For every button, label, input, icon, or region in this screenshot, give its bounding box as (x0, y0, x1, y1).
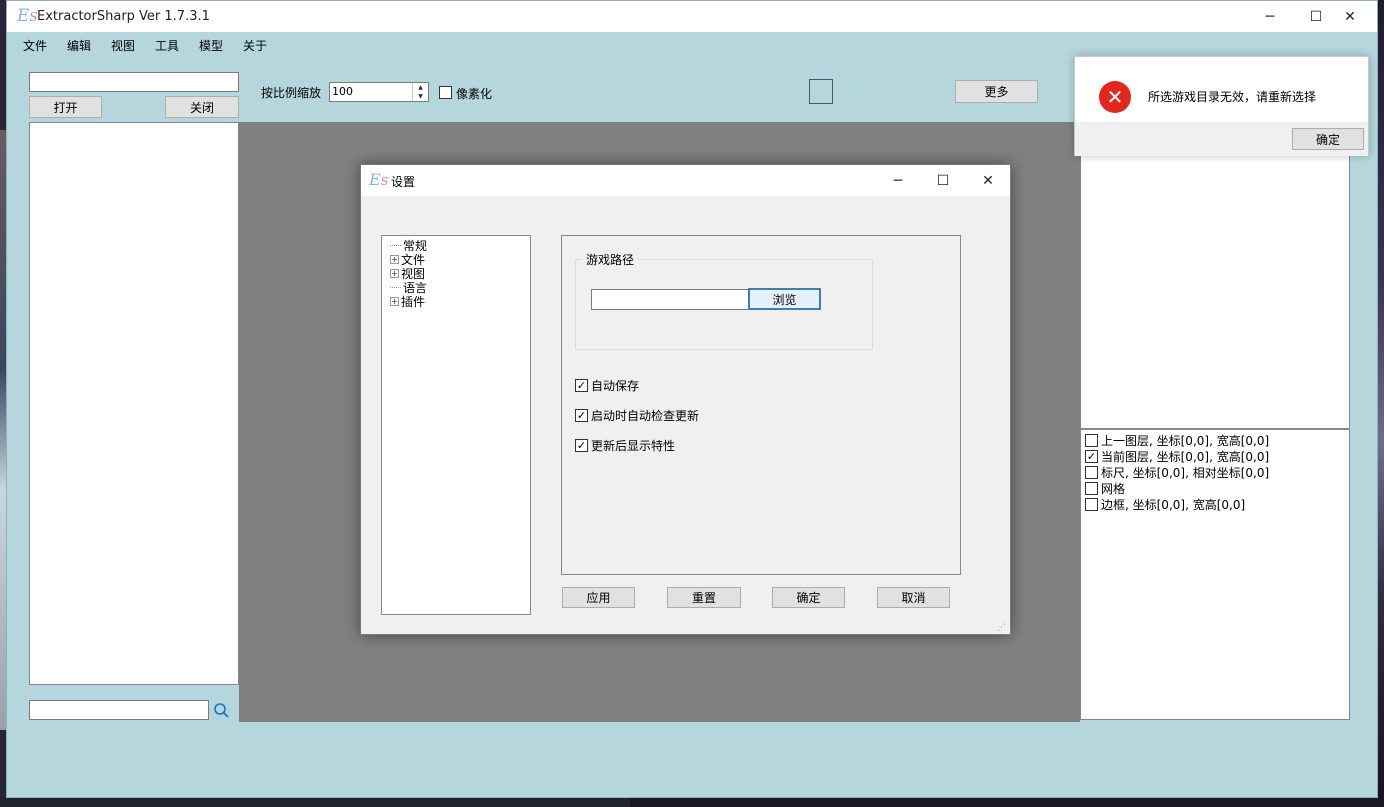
expand-icon[interactable]: + (390, 296, 399, 306)
resize-grip-icon[interactable]: ⋰ (997, 623, 1006, 633)
settings-panel: 游戏路径 浏览 自动保存 启动时自动检查更新 更新后显示特性 (561, 235, 961, 575)
menu-view[interactable]: 视图 (111, 37, 135, 54)
auto-save-checkbox[interactable] (575, 379, 588, 392)
stepper-up-icon[interactable]: ▲ (413, 83, 428, 92)
layer-list: 上一图层, 坐标[0,0], 宽高[0,0] 当前图层, 坐标[0,0], 宽高… (1080, 429, 1350, 720)
menu-model[interactable]: 模型 (199, 37, 223, 54)
album-search-input[interactable] (29, 700, 209, 720)
apply-button[interactable]: 应用 (562, 587, 635, 608)
layer-checkbox[interactable] (1085, 434, 1098, 447)
file-list[interactable] (29, 122, 239, 685)
layer-checkbox[interactable] (1085, 466, 1098, 479)
menu-tools[interactable]: 工具 (155, 37, 179, 54)
open-button[interactable]: 打开 (29, 96, 102, 118)
layer-label: 边框, 坐标[0,0], 宽高[0,0] (1101, 498, 1246, 512)
pixelate-label: 像素化 (456, 87, 493, 101)
layer-checkbox[interactable] (1085, 450, 1098, 463)
settings-title-bar[interactable]: ES 设置 ─ ☐ ✕ (361, 165, 1010, 196)
app-logo-icon: ES (17, 6, 38, 26)
search-icon[interactable] (212, 702, 230, 720)
layer-label: 网格 (1101, 482, 1126, 496)
tree-item-plugins[interactable]: + 插件 (390, 294, 425, 309)
layer-item-ruler[interactable]: 标尺, 坐标[0,0], 相对坐标[0,0] (1085, 464, 1269, 481)
minimize-button[interactable]: ─ (1247, 1, 1293, 32)
layer-label: 当前图层, 坐标[0,0], 宽高[0,0] (1101, 450, 1270, 464)
layer-checkbox[interactable] (1085, 482, 1098, 495)
check-updates-checkbox[interactable] (575, 409, 588, 422)
cancel-button[interactable]: 取消 (877, 587, 950, 608)
stepper-down-icon[interactable]: ▼ (413, 92, 428, 101)
dialog-close-button[interactable]: ✕ (966, 165, 1010, 196)
error-icon: ✕ (1099, 81, 1131, 113)
zoom-label: 按比例缩放 (261, 86, 322, 100)
expand-icon[interactable]: + (390, 268, 399, 278)
expand-icon[interactable]: + (390, 254, 399, 264)
layer-checkbox[interactable] (1085, 498, 1098, 511)
dialog-maximize-button[interactable]: ☐ (921, 165, 965, 196)
color-picker-button[interactable] (809, 79, 833, 104)
game-path-group: 游戏路径 浏览 (575, 251, 873, 350)
settings-title: 设置 (391, 175, 416, 189)
layer-label: 标尺, 坐标[0,0], 相对坐标[0,0] (1101, 466, 1270, 480)
menu-bar: 文件 编辑 视图 工具 模型 关于 (7, 32, 1377, 58)
file-search-input[interactable] (29, 72, 239, 92)
settings-tree: 常规 + 文件 + 视图 语言 + 插件 (381, 235, 531, 615)
dialog-logo-icon: ES (369, 170, 389, 189)
menu-edit[interactable]: 编辑 (67, 37, 91, 54)
close-window-button[interactable]: ✕ (1327, 1, 1373, 32)
dialog-minimize-button[interactable]: ─ (876, 165, 920, 196)
pixelate-checkbox[interactable] (439, 86, 452, 99)
ok-button[interactable]: 确定 (772, 587, 845, 608)
error-message: 所选游戏目录无效，请重新选择 (1148, 90, 1317, 104)
browse-button[interactable]: 浏览 (748, 288, 821, 310)
game-path-label: 游戏路径 (582, 251, 639, 268)
frame-list[interactable] (1080, 122, 1350, 429)
game-path-input[interactable] (591, 289, 749, 310)
zoom-stepper[interactable]: ▲ ▼ (412, 83, 428, 101)
close-file-button[interactable]: 关闭 (165, 96, 239, 118)
reset-button[interactable]: 重置 (667, 587, 741, 608)
option-auto-save[interactable]: 自动保存 (575, 377, 639, 394)
window-title: ExtractorSharp Ver 1.7.3.1 (37, 9, 210, 24)
settings-dialog: ES 设置 ─ ☐ ✕ 常规 +文件 +视图 语言 +插件 游戏路径 浏览 自动… (360, 164, 1011, 635)
more-button[interactable]: 更多 (955, 80, 1038, 103)
error-footer: 确定 (1075, 122, 1368, 156)
layer-item-current[interactable]: 当前图层, 坐标[0,0], 宽高[0,0] (1085, 448, 1269, 465)
desktop-background-bottom (630, 797, 1384, 807)
desktop-background-right (1378, 0, 1384, 807)
error-message-box: ✕ 所选游戏目录无效，请重新选择 确定 (1074, 56, 1369, 156)
layer-label: 上一图层, 坐标[0,0], 宽高[0,0] (1101, 434, 1270, 448)
error-ok-button[interactable]: 确定 (1292, 128, 1364, 150)
menu-file[interactable]: 文件 (23, 37, 47, 54)
option-check-updates[interactable]: 启动时自动检查更新 (575, 407, 699, 424)
menu-about[interactable]: 关于 (243, 37, 267, 54)
layer-item-border[interactable]: 边框, 坐标[0,0], 宽高[0,0] (1085, 496, 1245, 513)
layer-item-previous[interactable]: 上一图层, 坐标[0,0], 宽高[0,0] (1085, 432, 1269, 449)
layer-item-grid[interactable]: 网格 (1085, 480, 1125, 497)
show-features-checkbox[interactable] (575, 439, 588, 452)
option-show-features[interactable]: 更新后显示特性 (575, 437, 675, 454)
title-bar[interactable]: ES ExtractorSharp Ver 1.7.3.1 ─ ☐ ✕ (7, 1, 1377, 32)
